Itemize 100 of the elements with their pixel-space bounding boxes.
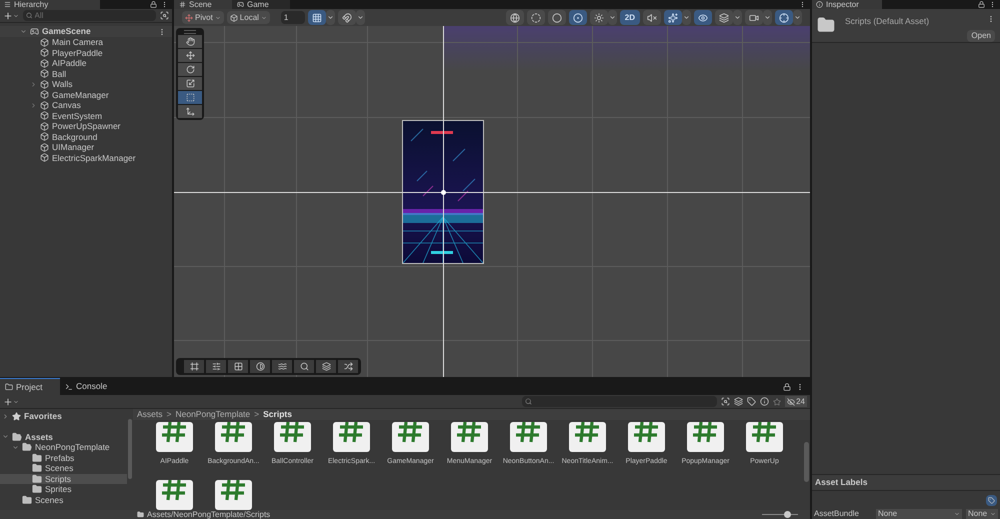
scene-row[interactable]: GameScene xyxy=(0,26,172,37)
snap-toggle[interactable] xyxy=(338,10,356,25)
scene-search-icon[interactable] xyxy=(721,397,730,406)
slider-thumb[interactable] xyxy=(784,511,791,518)
pivot-handle[interactable] xyxy=(441,190,446,195)
dropdown-caret-button[interactable] xyxy=(763,10,772,25)
light-toggle[interactable] xyxy=(590,10,608,25)
hierarchy-item[interactable]: PowerUpSpawner xyxy=(0,121,172,132)
hierarchy-item[interactable]: Canvas xyxy=(0,100,172,110)
sliders-tool[interactable] xyxy=(206,360,226,373)
variant-dropdown[interactable]: None xyxy=(966,509,998,519)
open-button[interactable]: Open xyxy=(967,30,995,42)
dropdown-caret-button[interactable] xyxy=(608,10,617,25)
breadcrumb-link[interactable]: Scripts xyxy=(263,408,292,421)
more-icon[interactable] xyxy=(161,1,168,8)
scale-tool[interactable] xyxy=(178,77,202,90)
breadcrumb-link[interactable]: NeonPongTemplate xyxy=(175,408,250,421)
asset-bundle-dropdown[interactable]: None xyxy=(876,509,962,519)
dropdown-caret-button[interactable] xyxy=(682,10,691,25)
dropdown-caret-button[interactable] xyxy=(356,10,365,25)
audio-toggle[interactable] xyxy=(643,10,661,25)
dropdown-caret-button[interactable] xyxy=(326,10,335,25)
solid-toggle[interactable] xyxy=(548,10,566,25)
folder-tree-item[interactable]: Sprites xyxy=(0,484,127,494)
effects-toggle[interactable] xyxy=(664,10,682,25)
hierarchy-item[interactable]: EventSystem xyxy=(0,110,172,121)
panel-tab[interactable]: Project xyxy=(0,378,60,395)
pivot-dropdown[interactable]: Pivot xyxy=(182,11,224,24)
folder-tree-item[interactable]: Scripts xyxy=(0,474,127,484)
scene-search-icon[interactable] xyxy=(160,11,169,20)
layers-tool[interactable] xyxy=(316,360,336,373)
rotate-tool[interactable] xyxy=(178,63,202,76)
lock-icon[interactable] xyxy=(783,382,791,390)
hierarchy-item[interactable]: Ball xyxy=(0,68,172,79)
folder-tree-item[interactable]: NeonPongTemplate xyxy=(0,442,127,452)
hierarchy-item[interactable]: AIPaddle xyxy=(0,58,172,68)
breadcrumb-link[interactable]: Assets xyxy=(137,408,163,421)
add-button[interactable] xyxy=(3,10,19,20)
outline-toggle[interactable] xyxy=(568,10,587,25)
folder-tree-item[interactable]: Scenes xyxy=(0,494,127,505)
search-input[interactable]: All xyxy=(34,10,153,22)
view-tab[interactable]: Game xyxy=(232,0,290,9)
dropdown-caret-button[interactable] xyxy=(793,10,802,25)
scrollbar[interactable] xyxy=(128,419,132,479)
more-icon[interactable] xyxy=(989,1,996,8)
hierarchy-item[interactable]: Walls xyxy=(0,79,172,90)
contrast-tool[interactable] xyxy=(250,360,270,373)
layers-toggle[interactable] xyxy=(715,10,733,25)
hierarchy-item[interactable]: ElectricSparkManager xyxy=(0,152,172,163)
plus-icon xyxy=(3,10,13,20)
frame-tool[interactable] xyxy=(184,360,204,373)
folder-tree-item[interactable]: Scenes xyxy=(0,463,127,474)
hidden-packages-toggle[interactable]: 24 xyxy=(785,396,807,407)
inspector-tab[interactable]: Inspector xyxy=(812,0,882,9)
lock-icon[interactable] xyxy=(978,1,985,8)
view-tab[interactable]: Scene xyxy=(174,0,232,9)
tab-label: Console xyxy=(76,382,108,391)
shuffle-tool[interactable] xyxy=(338,360,358,373)
hierarchy-item[interactable]: Main Camera xyxy=(0,37,172,48)
hierarchy-item[interactable]: UIManager xyxy=(0,142,172,152)
half-toggle[interactable] xyxy=(526,10,545,25)
more-icon[interactable] xyxy=(799,1,806,8)
label-button[interactable] xyxy=(986,494,997,506)
folder-tree-item[interactable]: Assets xyxy=(0,432,127,442)
globe-toggle[interactable] xyxy=(506,10,524,25)
grid-toggle[interactable] xyxy=(308,10,326,25)
hand-tool[interactable] xyxy=(178,35,202,48)
zoom-slider[interactable] xyxy=(762,511,798,518)
object-name: Ball xyxy=(52,70,66,78)
move-tool[interactable] xyxy=(178,49,202,62)
scrollbar[interactable] xyxy=(804,442,808,482)
type-filter-icon[interactable] xyxy=(734,397,744,406)
label-filter-icon[interactable] xyxy=(747,397,756,406)
waves-tool[interactable] xyxy=(272,360,292,373)
folder-tree-item[interactable]: Prefabs xyxy=(0,452,127,463)
object-name: GameManager xyxy=(52,90,109,99)
info-icon[interactable] xyxy=(760,397,770,406)
script-icon xyxy=(569,422,606,452)
search-field[interactable] xyxy=(522,396,718,407)
dropdown-caret-button[interactable] xyxy=(733,10,742,25)
gizmos-toggle[interactable] xyxy=(775,10,793,25)
star-icon[interactable] xyxy=(773,398,782,406)
mode-2d-toggle[interactable]: 2D xyxy=(620,10,640,25)
add-button[interactable] xyxy=(3,396,19,406)
hierarchy-item[interactable]: GameManager xyxy=(0,90,172,100)
camera-toggle[interactable] xyxy=(745,10,763,25)
folder-tree-item[interactable]: Favorites xyxy=(0,411,127,422)
transform-tool[interactable] xyxy=(178,105,202,118)
rect-tool[interactable] xyxy=(178,91,202,104)
search-tool[interactable] xyxy=(294,360,314,373)
grid-tool[interactable] xyxy=(228,360,248,373)
lock-icon[interactable] xyxy=(150,1,157,8)
hierarchy-item[interactable]: Background xyxy=(0,132,172,142)
tab-label: Project xyxy=(16,382,42,392)
hierarchy-item[interactable]: PlayerPaddle xyxy=(0,48,172,58)
visibility-toggle[interactable] xyxy=(694,10,712,25)
space-dropdown[interactable]: Local xyxy=(226,11,270,24)
search-field[interactable]: All xyxy=(23,10,156,21)
grid-size-field[interactable]: 1 xyxy=(280,11,305,24)
hierarchy-tab[interactable]: Hierarchy xyxy=(0,0,100,9)
